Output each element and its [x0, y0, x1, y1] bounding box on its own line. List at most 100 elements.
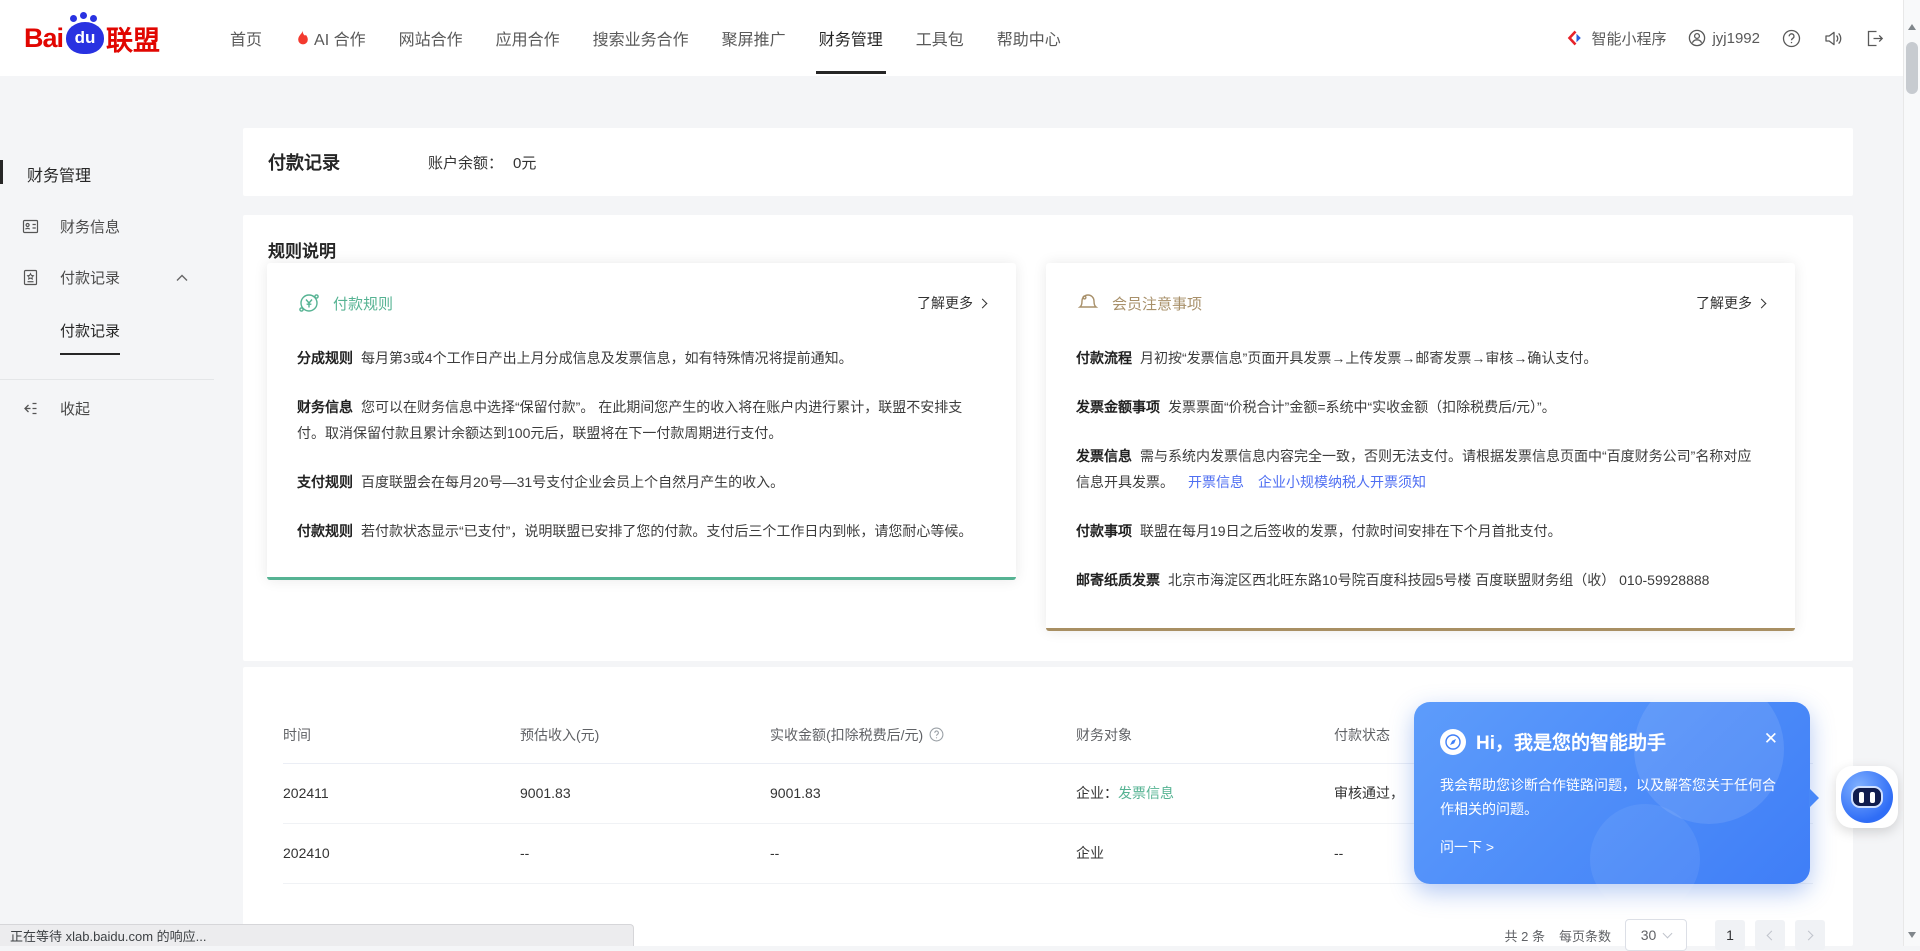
navbar-right-cluster: 智能小程序 jyj1992 — [1567, 0, 1884, 76]
member-notes-header: 会员注意事项 了解更多 — [1076, 289, 1765, 317]
account-balance: 账户余额： 0元 — [428, 152, 536, 173]
top-navbar: Bai du 联盟 首页 AI 合作 网站合作 应用合作 搜索业务合作 聚屏推广… — [0, 0, 1920, 76]
cell-received: 9001.83 — [770, 763, 1076, 823]
bell-icon — [1076, 291, 1100, 315]
balance-value: 0元 — [513, 155, 536, 172]
popup-header: Hi，我是您的智能助手 ✕ — [1440, 728, 1784, 755]
col-finance-target: 财务对象 — [1076, 707, 1334, 763]
robot-eye — [1870, 792, 1875, 803]
robot-face — [1851, 786, 1883, 808]
browser-status-bubble: 正在等待 xlab.baidu.com 的响应... — [0, 924, 634, 946]
small-taxpayer-notice-link[interactable]: 企业小规模纳税人开票须知 — [1258, 474, 1426, 490]
cell-estimated: -- — [520, 823, 770, 883]
chevron-right-icon — [978, 298, 988, 308]
per-page-label: 每页条数 — [1559, 926, 1611, 945]
col-estimated-income: 预估收入(元) — [520, 707, 770, 763]
per-page-select[interactable]: 30 — [1625, 919, 1687, 951]
page-title: 付款记录 — [268, 149, 340, 175]
total-count: 共 2 条 — [1505, 926, 1545, 945]
balance-label: 账户余额： — [428, 155, 503, 172]
payment-rules-more-link[interactable]: 了解更多 — [917, 293, 986, 313]
col-time: 时间 — [283, 707, 520, 763]
mini-program-entry[interactable]: 智能小程序 — [1567, 28, 1666, 49]
sidebar-divider — [0, 379, 214, 380]
user-account[interactable]: jyj1992 — [1688, 29, 1760, 47]
logo-text-union: 联盟 — [106, 19, 160, 58]
sidebar-item-label: 财务信息 — [60, 216, 120, 237]
scrollbar-thumb[interactable] — [1906, 42, 1918, 94]
assistant-popup: Hi，我是您的智能助手 ✕ 我会帮助您诊断合作链路问题，以及解答您关于任何合作相… — [1414, 702, 1810, 884]
vertical-scrollbar[interactable] — [1903, 0, 1920, 946]
sidebar-section-title: 财务管理 — [27, 162, 214, 186]
nav-item-website-cooperation[interactable]: 网站合作 — [399, 0, 463, 76]
cell-estimated: 9001.83 — [520, 763, 770, 823]
member-notes-card: 会员注意事项 了解更多 付款流程月初按“发票信息”页面开具发票→上传发票→邮寄发… — [1046, 263, 1795, 631]
baidu-paw-icon: du — [66, 22, 104, 54]
member-notes-body: 付款流程月初按“发票信息”页面开具发票→上传发票→邮寄发票→审核→确认支付。 发… — [1076, 317, 1765, 593]
rule-item: 支付规则百度联盟会在每月20号—31号支付企业会员上个自然月产生的收入。 — [297, 469, 986, 495]
nav-item-home[interactable]: 首页 — [230, 0, 262, 76]
chevron-right-icon — [1804, 930, 1814, 940]
popup-arrow — [1809, 788, 1819, 808]
close-icon[interactable]: ✕ — [1764, 730, 1778, 747]
rules-section-title: 规则说明 — [243, 215, 1853, 262]
chevron-left-icon — [1767, 930, 1777, 940]
col-received-amount: 实收金额(扣除税费后/元) — [770, 707, 1076, 763]
nav-item-toolkit[interactable]: 工具包 — [916, 0, 964, 76]
logo-text-du: du — [75, 28, 96, 48]
robot-eye — [1859, 792, 1864, 803]
announcement-speaker-icon[interactable] — [1823, 29, 1843, 48]
sidebar-item-finance-info[interactable]: 财务信息 — [0, 216, 214, 237]
invoice-info-table-link[interactable]: 发票信息 — [1118, 785, 1174, 801]
finance-info-icon — [22, 218, 39, 235]
ask-now-link[interactable]: 问一下 > — [1440, 837, 1494, 857]
rule-item: 付款事项联盟在每月19日之后签收的发票，付款时间安排在下个月首批支付。 — [1076, 518, 1765, 544]
nav-item-screen-promotion[interactable]: 聚屏推广 — [722, 0, 786, 76]
sidebar-item-payment-records[interactable]: 付款记录 — [0, 267, 214, 288]
cell-time: 202411 — [283, 763, 520, 823]
sidebar: 财务管理 财务信息 付款记录 付款记录 收起 — [0, 76, 214, 419]
popup-body-text: 我会帮助您诊断合作链路问题，以及解答您关于任何合作相关的问题。 — [1440, 773, 1780, 821]
assistant-robot-button[interactable] — [1836, 766, 1898, 828]
nav-item-search-cooperation[interactable]: 搜索业务合作 — [593, 0, 689, 76]
question-circle-icon[interactable] — [929, 727, 944, 742]
main-nav: 首页 AI 合作 网站合作 应用合作 搜索业务合作 聚屏推广 财务管理 工具包 … — [230, 0, 1061, 76]
nav-item-app-cooperation[interactable]: 应用合作 — [496, 0, 560, 76]
mini-program-diamond-icon — [1567, 29, 1585, 47]
rules-card: 规则说明 付款规则 了解更多 分成规则每月第3或4个工作日产出上月分成信息及发票… — [243, 215, 1853, 661]
logout-icon[interactable] — [1865, 29, 1884, 48]
nav-item-help-center[interactable]: 帮助中心 — [997, 0, 1061, 76]
sidebar-collapse-button[interactable]: 收起 — [0, 398, 214, 419]
member-notes-title: 会员注意事项 — [1112, 293, 1202, 314]
payment-records-icon — [22, 269, 39, 286]
scroll-up-arrow-icon[interactable] — [1908, 24, 1916, 30]
rule-item: 分成规则每月第3或4个工作日产出上月分成信息及发票信息，如有特殊情况将提前通知。 — [297, 345, 986, 371]
nav-item-ai-cooperation[interactable]: AI 合作 — [295, 0, 366, 76]
member-notes-more-link[interactable]: 了解更多 — [1696, 293, 1765, 313]
chevron-up-icon — [176, 274, 188, 282]
logo-text-bai: Bai — [24, 23, 63, 54]
baidu-union-logo[interactable]: Bai du 联盟 — [24, 19, 160, 58]
pagination: 共 2 条 每页条数 30 1 — [1505, 919, 1825, 951]
payment-rules-header: 付款规则 了解更多 — [297, 289, 986, 317]
collapse-label: 收起 — [60, 398, 90, 419]
payment-rules-card: 付款规则 了解更多 分成规则每月第3或4个工作日产出上月分成信息及发票信息，如有… — [267, 263, 1016, 580]
coin-icon — [297, 291, 321, 315]
flame-icon — [295, 30, 310, 47]
sidebar-item-label: 付款记录 — [60, 267, 120, 288]
invoice-info-link[interactable]: 开票信息 — [1188, 474, 1244, 490]
rule-item: 发票金额事项发票票面“价税合计”金额=系统中“实收金额（扣除税费后/元）”。 — [1076, 394, 1765, 420]
help-icon[interactable] — [1782, 29, 1801, 48]
user-avatar-icon — [1688, 29, 1706, 47]
rule-item: 发票信息需与系统内发票信息内容完全一致，否则无法支付。请根据发票信息页面中“百度… — [1076, 443, 1765, 495]
rule-item: 邮寄纸质发票北京市海淀区西北旺东路10号院百度科技园5号楼 百度联盟财务组（收）… — [1076, 567, 1765, 593]
payment-rules-body: 分成规则每月第3或4个工作日产出上月分成信息及发票信息，如有特殊情况将提前通知。… — [297, 317, 986, 544]
sidebar-subitem-payment-records-active[interactable]: 付款记录 — [60, 320, 120, 355]
cell-finance-target: 企业：发票信息 — [1076, 763, 1334, 823]
nav-item-finance-management[interactable]: 财务管理 — [819, 0, 883, 76]
cell-received: -- — [770, 823, 1076, 883]
scroll-down-arrow-icon[interactable] — [1908, 932, 1916, 938]
chevron-down-icon — [1663, 928, 1673, 938]
payment-rules-title: 付款规则 — [333, 293, 393, 314]
rule-item: 付款规则若付款状态显示“已支付”，说明联盟已安排了您的付款。支付后三个工作日内到… — [297, 518, 986, 544]
